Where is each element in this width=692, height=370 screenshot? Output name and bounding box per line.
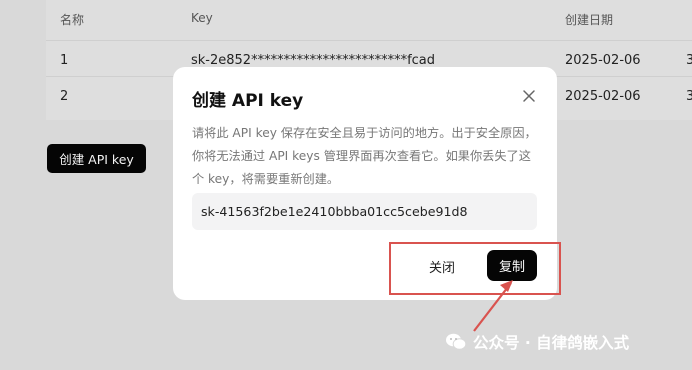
wechat-icon xyxy=(446,333,467,350)
annotation-arrow xyxy=(473,280,513,332)
watermark: 公众号 · 自律鸽嵌入式 xyxy=(445,331,629,353)
watermark-text: 公众号 · 自律鸽嵌入式 xyxy=(473,334,630,352)
